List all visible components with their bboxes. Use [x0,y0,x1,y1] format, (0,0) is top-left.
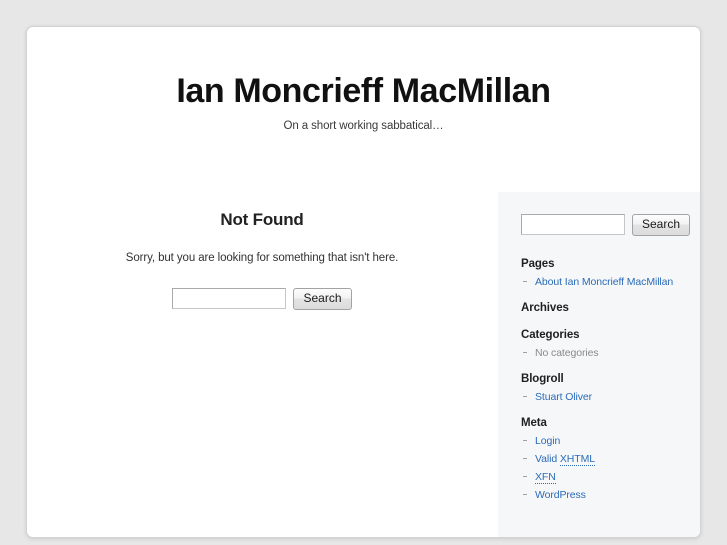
bullet-icon [523,439,527,441]
bullet-icon [523,493,527,495]
content-search-form: Search [27,287,497,310]
bullet-icon [523,457,527,459]
list-item: Stuart Oliver [521,391,688,404]
content-wrap: Not Found Sorry, but you are looking for… [27,191,700,537]
list-item: No categories [521,347,688,360]
sidebar-widget: Meta Login Valid XHTML XFN WordPress [498,417,700,502]
widget-item-list: No categories [521,347,688,360]
sidebar-widget-list: Pages About Ian Moncrieff MacMillan Archiv… [498,258,700,502]
sidebar-widget: Categories No categories [498,329,700,360]
bullet-icon [523,280,527,282]
widget-link[interactable]: XFN [535,470,556,484]
search-button[interactable]: Search [293,287,352,310]
main-content: Not Found Sorry, but you are looking for… [27,192,497,310]
page-title: Not Found [220,209,304,229]
widget-item-list: About Ian Moncrieff MacMillan [521,276,688,289]
sidebar-search-form: Search [498,213,700,236]
abbreviation: XFN [535,470,556,484]
list-item: WordPress [521,489,688,502]
list-item: About Ian Moncrieff MacMillan [521,276,688,289]
site-title[interactable]: Ian Moncrieff MacMillan [27,73,700,110]
list-item: Login [521,435,688,448]
sidebar-search-button[interactable]: Search [632,213,691,236]
list-item: XFN [521,470,688,484]
page-container: Ian Moncrieff MacMillan On a short worki… [26,26,701,538]
widget-title: Blogroll [521,372,564,385]
not-found-message: Sorry, but you are looking for something… [125,251,399,264]
widget-title: Categories [521,328,580,341]
widget-item-list: Login Valid XHTML XFN WordPress [521,435,688,502]
sidebar: Search Pages About Ian Moncrieff MacMilla… [498,191,700,537]
widget-title: Pages [521,257,555,270]
bullet-icon [523,395,527,397]
sidebar-widget: Pages About Ian Moncrieff MacMillan [498,258,700,289]
widget-empty-label: No categories [535,346,599,359]
widget-link[interactable]: About Ian Moncrieff MacMillan [535,276,673,288]
bullet-icon [523,351,527,353]
widget-link[interactable]: Valid XHTML [535,452,595,466]
bullet-icon [523,475,527,477]
widget-link[interactable]: WordPress [535,489,586,501]
search-input[interactable] [172,287,287,309]
list-item: Valid XHTML [521,452,688,466]
widget-link[interactable]: Login [535,435,560,447]
widget-title: Meta [521,416,547,429]
sidebar-widget: Blogroll Stuart Oliver [498,373,700,404]
site-header: Ian Moncrieff MacMillan On a short worki… [27,27,700,142]
widget-title: Archives [521,301,569,314]
sidebar-search-input[interactable] [521,213,625,235]
widget-link[interactable]: Stuart Oliver [535,391,592,403]
site-tagline: On a short working sabbatical… [283,119,444,132]
widget-item-list: Stuart Oliver [521,391,688,404]
sidebar-widget: Archives [498,302,700,314]
abbreviation: XHTML [559,452,595,466]
